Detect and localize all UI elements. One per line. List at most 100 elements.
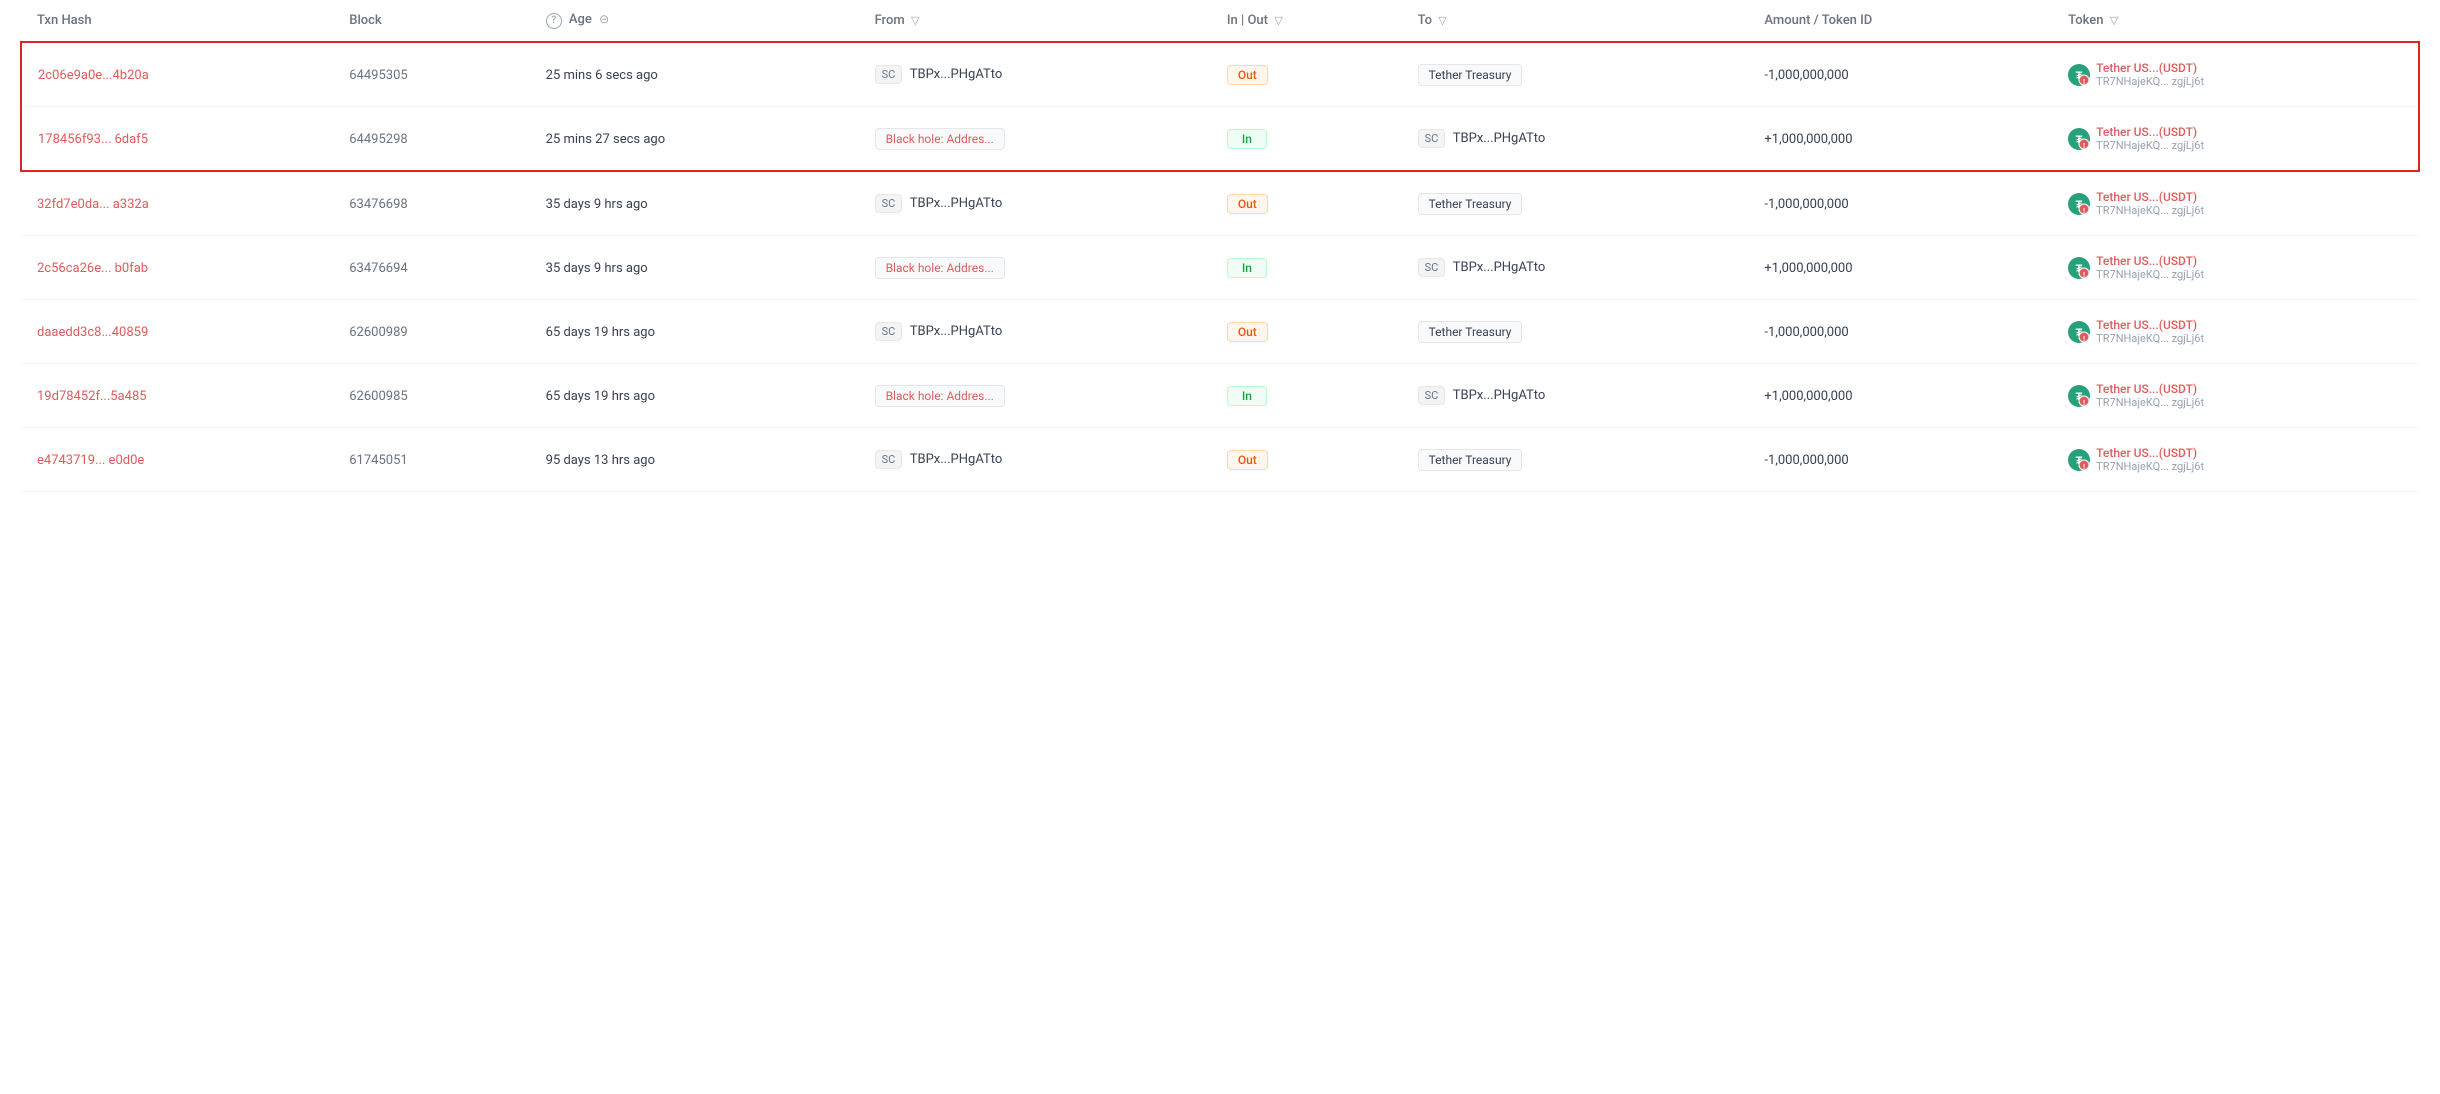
amount-cell: +1,000,000,000 [1748,236,2052,300]
inout-cell: Out [1211,42,1402,107]
transactions-table: Txn Hash Block ? Age ⊝ From ▽ In | Out ▽ [20,0,2420,492]
from-cell: SC TBPx...PHgATto [859,171,1211,236]
block-cell: 63476694 [333,236,529,300]
svg-text:!: ! [2083,208,2085,215]
from-address[interactable]: TBPx...PHgATto [910,452,1003,467]
block-number[interactable]: 63476698 [349,197,407,212]
token-info: ₮ ! Tether US...(USDT) TR7NHajeKQ... zgj… [2068,254,2403,281]
token-info: ₮ ! Tether US...(USDT) TR7NHajeKQ... zgj… [2068,61,2402,88]
token-cell: ₮ ! Tether US...(USDT) TR7NHajeKQ... zgj… [2052,107,2419,172]
to-treasury[interactable]: Tether Treasury [1418,64,1523,86]
txn-hash[interactable]: 19d78452f...5a485 [37,389,147,404]
token-info: ₮ ! Tether US...(USDT) TR7NHajeKQ... zgj… [2068,318,2403,345]
col-from[interactable]: From ▽ [859,0,1211,42]
token-info: ₮ ! Tether US...(USDT) TR7NHajeKQ... zgj… [2068,446,2403,473]
block-number[interactable]: 63476694 [349,261,407,276]
from-filter-icon[interactable]: ▽ [911,14,919,27]
block-number[interactable]: 62600985 [349,389,407,404]
from-cell: SC TBPx...PHgATto [859,428,1211,492]
txn-hash[interactable]: 32fd7e0da... a332a [37,197,149,212]
block-number[interactable]: 62600989 [349,325,407,340]
token-info: ₮ ! Tether US...(USDT) TR7NHajeKQ... zgj… [2068,125,2402,152]
col-age[interactable]: ? Age ⊝ [530,0,859,42]
age-value: 65 days 19 hrs ago [546,389,655,404]
amount-cell: -1,000,000,000 [1748,42,2052,107]
block-number[interactable]: 64495298 [349,132,407,147]
token-icon: ₮ ! [2068,193,2090,215]
token-name[interactable]: Tether US...(USDT) [2096,61,2204,75]
to-address[interactable]: TBPx...PHgATto [1453,388,1546,403]
block-number[interactable]: 61745051 [349,453,407,468]
circle-icon[interactable]: ⊝ [599,12,609,26]
to-treasury[interactable]: Tether Treasury [1418,193,1523,215]
txn-hash[interactable]: daaedd3c8...40859 [37,325,148,340]
to-treasury[interactable]: Tether Treasury [1418,449,1523,471]
sc-badge: SC [875,450,903,469]
age-value: 35 days 9 hrs ago [546,261,648,276]
age-cell: 65 days 19 hrs ago [530,300,859,364]
table-row: daaedd3c8...40859 62600989 65 days 19 hr… [21,300,2419,364]
token-cell: ₮ ! Tether US...(USDT) TR7NHajeKQ... zgj… [2052,236,2419,300]
from-cell: Black hole: Addres... [859,236,1211,300]
token-address[interactable]: TR7NHajeKQ... zgjLj6t [2096,75,2204,88]
token-cell: ₮ ! Tether US...(USDT) TR7NHajeKQ... zgj… [2052,364,2419,428]
inout-cell: In [1211,107,1402,172]
token-info: ₮ ! Tether US...(USDT) TR7NHajeKQ... zgj… [2068,190,2403,217]
txn-hash[interactable]: 178456f93... 6daf5 [38,132,148,147]
token-info: ₮ ! Tether US...(USDT) TR7NHajeKQ... zgj… [2068,382,2403,409]
token-name[interactable]: Tether US...(USDT) [2096,125,2204,139]
inout-cell: In [1211,364,1402,428]
token-address[interactable]: TR7NHajeKQ... zgjLj6t [2096,460,2204,473]
token-name[interactable]: Tether US...(USDT) [2096,318,2204,332]
from-cell: Black hole: Addres... [859,107,1211,172]
token-cell: ₮ ! Tether US...(USDT) TR7NHajeKQ... zgj… [2052,42,2419,107]
table-row-highlighted: 2c06e9a0e...4b20a 64495305 25 mins 6 sec… [21,42,2419,107]
col-token[interactable]: Token ▽ [2052,0,2419,42]
token-name[interactable]: Tether US...(USDT) [2096,254,2204,268]
token-icon: ₮ ! [2068,128,2090,150]
from-blackhole[interactable]: Black hole: Addres... [875,128,1005,150]
age-value: 35 days 9 hrs ago [546,197,648,212]
block-number[interactable]: 64495305 [349,68,407,83]
amount-cell: -1,000,000,000 [1748,428,2052,492]
to-cell: Tether Treasury [1402,300,1749,364]
token-address[interactable]: TR7NHajeKQ... zgjLj6t [2096,139,2204,152]
question-icon[interactable]: ? [546,13,562,29]
token-filter-icon[interactable]: ▽ [2110,14,2118,27]
age-cell: 25 mins 6 secs ago [530,42,859,107]
block-cell: 62600985 [333,364,529,428]
token-name[interactable]: Tether US...(USDT) [2096,382,2204,396]
txn-hash[interactable]: e4743719... e0d0e [37,453,144,468]
token-address[interactable]: TR7NHajeKQ... zgjLj6t [2096,332,2204,345]
token-address[interactable]: TR7NHajeKQ... zgjLj6t [2096,396,2204,409]
txn-hash[interactable]: 2c56ca26e... b0fab [37,261,148,276]
to-address[interactable]: TBPx...PHgATto [1453,131,1546,146]
to-treasury[interactable]: Tether Treasury [1418,321,1523,343]
token-address[interactable]: TR7NHajeKQ... zgjLj6t [2096,268,2204,281]
from-blackhole[interactable]: Black hole: Addres... [875,385,1005,407]
txn-hash[interactable]: 2c06e9a0e...4b20a [38,68,149,83]
inout-cell: Out [1211,171,1402,236]
token-name[interactable]: Tether US...(USDT) [2096,446,2204,460]
to-address[interactable]: TBPx...PHgATto [1453,260,1546,275]
amount-cell: +1,000,000,000 [1748,107,2052,172]
direction-badge-in: In [1227,258,1267,278]
to-cell: SC TBPx...PHgATto [1402,236,1749,300]
to-cell: SC TBPx...PHgATto [1402,107,1749,172]
col-to[interactable]: To ▽ [1402,0,1749,42]
token-details: Tether US...(USDT) TR7NHajeKQ... zgjLj6t [2096,318,2204,345]
sc-badge: SC [1418,129,1446,148]
col-to-label: To [1418,13,1432,28]
token-address[interactable]: TR7NHajeKQ... zgjLj6t [2096,204,2204,217]
col-inout[interactable]: In | Out ▽ [1211,0,1402,42]
from-address[interactable]: TBPx...PHgATto [910,324,1003,339]
txn-hash-cell: daaedd3c8...40859 [21,300,333,364]
col-from-label: From [875,13,905,28]
from-blackhole[interactable]: Black hole: Addres... [875,257,1005,279]
to-filter-icon[interactable]: ▽ [1438,14,1446,27]
inout-filter-icon[interactable]: ▽ [1274,14,1282,27]
transactions-table-container: Txn Hash Block ? Age ⊝ From ▽ In | Out ▽ [0,0,2440,492]
token-name[interactable]: Tether US...(USDT) [2096,190,2204,204]
from-address[interactable]: TBPx...PHgATto [910,67,1003,82]
from-address[interactable]: TBPx...PHgATto [910,196,1003,211]
